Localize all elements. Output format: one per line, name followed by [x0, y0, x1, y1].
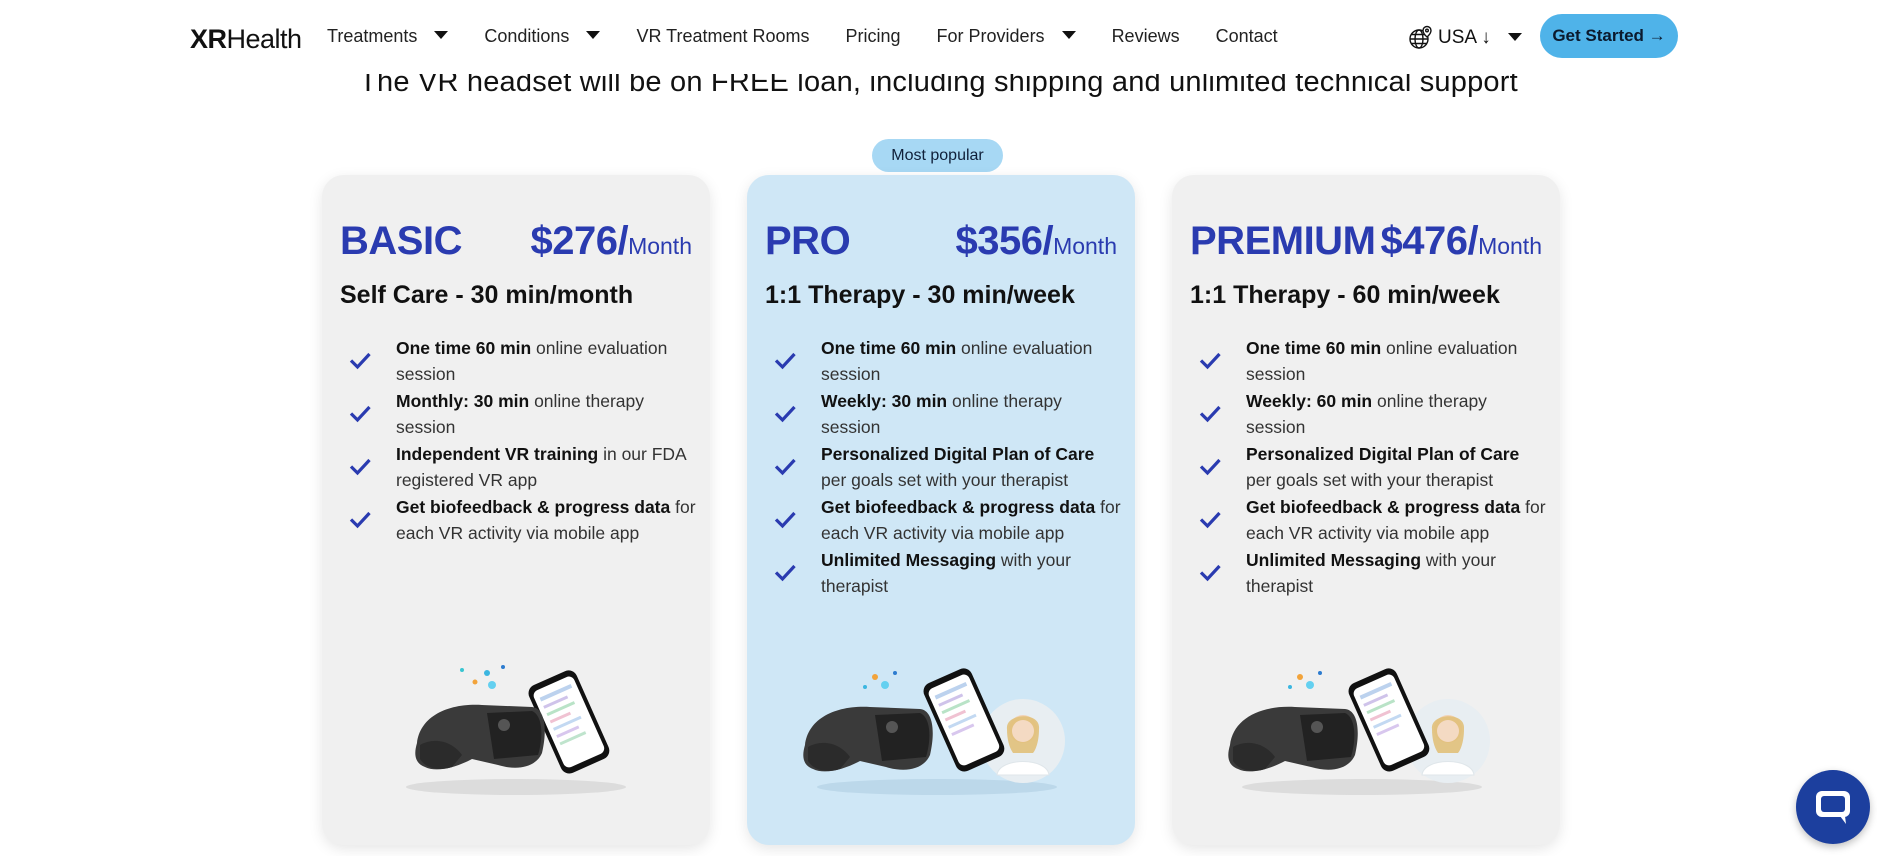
feature-list: One time 60 min online evaluation sessio… — [765, 335, 1121, 600]
plan-name: BASIC — [340, 219, 462, 263]
check-icon — [1199, 352, 1221, 370]
check-icon — [1199, 511, 1221, 529]
nav-vr-treatment-rooms[interactable]: VR Treatment Rooms — [636, 26, 809, 47]
vr-headset-phone-therapist-illustration — [803, 668, 1065, 795]
nav-contact[interactable]: Contact — [1216, 26, 1278, 47]
caret-down-icon — [586, 31, 601, 39]
chat-bubble-icon — [1816, 791, 1850, 824]
check-icon — [1199, 458, 1221, 476]
feature-item: Unlimited Messaging with your therapist — [1190, 547, 1546, 599]
vr-headset-phone-therapist-illustration — [1228, 668, 1490, 795]
feature-item: Monthly: 30 min online therapy session — [340, 388, 696, 440]
feature-list: One time 60 min online evaluation sessio… — [340, 335, 696, 547]
plan-price: $356/Month — [955, 219, 1117, 263]
feature-item: Weekly: 60 min online therapy session — [1190, 388, 1546, 440]
feature-item: Unlimited Messaging with your therapist — [765, 547, 1121, 599]
feature-item: One time 60 min online evaluation sessio… — [340, 335, 696, 387]
get-started-button[interactable]: Get Started → — [1540, 14, 1678, 58]
region-label: USA ↓ — [1438, 27, 1491, 48]
feature-item: Get biofeedback & progress data for each… — [1190, 494, 1546, 546]
plan-price: $476/Month — [1380, 219, 1542, 263]
nav-pricing[interactable]: Pricing — [846, 26, 901, 47]
feature-item: Personalized Digital Plan of Care per go… — [765, 441, 1121, 493]
check-icon — [1199, 564, 1221, 582]
check-icon — [774, 405, 796, 423]
check-icon — [349, 352, 371, 370]
most-popular-badge: Most popular — [872, 139, 1003, 172]
plan-card-basic: BASIC $276/Month Self Care - 30 min/mont… — [322, 175, 710, 845]
check-icon — [1199, 405, 1221, 423]
feature-list: One time 60 min online evaluation sessio… — [1190, 335, 1546, 600]
nav-reviews[interactable]: Reviews — [1112, 26, 1180, 47]
nav-for-providers[interactable]: For Providers — [937, 26, 1076, 47]
vr-headset-phone-illustration — [406, 665, 626, 795]
nav-treatments[interactable]: Treatments — [327, 26, 449, 47]
feature-item: One time 60 min online evaluation sessio… — [1190, 335, 1546, 387]
plan-card-pro: PRO $356/Month 1:1 Therapy - 30 min/week… — [747, 175, 1135, 845]
feature-item: Independent VR training in our FDA regis… — [340, 441, 696, 493]
nav-conditions[interactable]: Conditions — [484, 26, 601, 47]
feature-item: One time 60 min online evaluation sessio… — [765, 335, 1121, 387]
plan-name: PREMIUM — [1190, 219, 1376, 263]
plan-price: $276/Month — [530, 219, 692, 263]
region-selector[interactable]: USA ↓ — [1408, 25, 1522, 51]
check-icon — [774, 458, 796, 476]
feature-item: Personalized Digital Plan of Care per go… — [1190, 441, 1546, 493]
feature-item: Get biofeedback & progress data for each… — [340, 494, 696, 546]
plan-subtitle: Self Care - 30 min/month — [340, 281, 634, 309]
check-icon — [349, 458, 371, 476]
chat-widget-button[interactable] — [1796, 770, 1870, 844]
xrhealth-logo[interactable]: XRHealth — [190, 24, 302, 55]
check-icon — [774, 352, 796, 370]
feature-item: Get biofeedback & progress data for each… — [765, 494, 1121, 546]
caret-down-icon — [1061, 31, 1076, 39]
check-icon — [349, 511, 371, 529]
plan-name: PRO — [765, 219, 851, 263]
check-icon — [774, 511, 796, 529]
check-icon — [774, 564, 796, 582]
main-nav: Treatments Conditions VR Treatment Rooms… — [327, 26, 1314, 47]
plan-subtitle: 1:1 Therapy - 60 min/week — [1190, 281, 1500, 309]
caret-down-icon — [1507, 32, 1522, 41]
site-header: XRHealth Treatments Conditions VR Treatm… — [0, 0, 1877, 74]
feature-item: Weekly: 30 min online therapy session — [765, 388, 1121, 440]
plan-subtitle: 1:1 Therapy - 30 min/week — [765, 281, 1075, 309]
check-icon — [349, 405, 371, 423]
plan-card-premium: PREMIUM $476/Month 1:1 Therapy - 60 min/… — [1172, 175, 1560, 845]
caret-down-icon — [434, 31, 449, 39]
globe-pin-icon — [1409, 25, 1432, 49]
